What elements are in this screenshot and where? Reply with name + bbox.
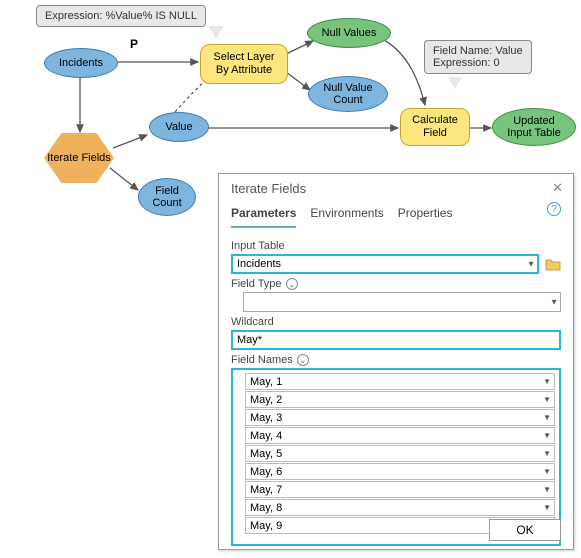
- label-field-names-text: Field Names: [231, 354, 293, 366]
- label-wildcard: Wildcard: [231, 316, 561, 328]
- field-type-combo[interactable]: ▼: [243, 292, 561, 312]
- wildcard-input[interactable]: May*: [231, 330, 561, 350]
- chevron-down-icon: ▼: [527, 260, 535, 269]
- tab-parameters[interactable]: Parameters: [231, 202, 296, 228]
- tab-properties[interactable]: Properties: [398, 202, 453, 228]
- chevron-down-icon: ▼: [543, 485, 551, 494]
- dialog-title-text: Iterate Fields: [231, 181, 306, 196]
- chevron-down-icon[interactable]: ⌄: [286, 278, 298, 290]
- label-input-table: Input Table: [231, 240, 561, 252]
- label-field-type: Field Type ⌄: [231, 278, 561, 290]
- node-field-count-label: Field Count: [152, 185, 181, 209]
- list-item[interactable]: May, 4 ▼: [245, 427, 555, 444]
- node-iterate-fields[interactable]: Iterate Fields: [44, 133, 114, 183]
- list-item-label: May, 1: [250, 376, 282, 388]
- chevron-down-icon: ▼: [543, 449, 551, 458]
- ok-button[interactable]: OK: [489, 519, 561, 541]
- list-item[interactable]: May, 7 ▼: [245, 481, 555, 498]
- list-item-label: May, 7: [250, 484, 282, 496]
- callout-expression-tail: [208, 26, 224, 38]
- chevron-down-icon[interactable]: ⌄: [297, 354, 309, 366]
- help-icon[interactable]: ?: [547, 202, 561, 216]
- list-item[interactable]: May, 6 ▼: [245, 463, 555, 480]
- label-field-type-text: Field Type: [231, 278, 282, 290]
- node-calculate-field[interactable]: Calculate Field: [400, 108, 470, 146]
- node-null-values-label: Null Values: [322, 27, 377, 39]
- node-updated-input-table[interactable]: Updated Input Table: [492, 108, 576, 146]
- chevron-down-icon: ▼: [543, 431, 551, 440]
- tab-environments[interactable]: Environments: [310, 202, 383, 228]
- node-null-values[interactable]: Null Values: [307, 18, 391, 48]
- callout-calc-tail: [448, 77, 462, 89]
- chevron-down-icon: ▼: [550, 298, 558, 307]
- node-value-label: Value: [165, 121, 192, 133]
- chevron-down-icon: ▼: [543, 467, 551, 476]
- chevron-down-icon: ▼: [543, 377, 551, 386]
- node-select-layer[interactable]: Select Layer By Attribute: [200, 44, 288, 84]
- node-value[interactable]: Value: [149, 112, 209, 142]
- list-item-label: May, 8: [250, 502, 282, 514]
- callout-expression: Expression: %Value% IS NULL: [36, 5, 206, 27]
- list-item[interactable]: May, 2 ▼: [245, 391, 555, 408]
- dialog-iterate-fields: Iterate Fields ✕ Parameters Environments…: [218, 173, 574, 550]
- list-item[interactable]: May, 3 ▼: [245, 409, 555, 426]
- wildcard-value: May*: [237, 334, 262, 346]
- list-item[interactable]: May, 1 ▼: [245, 373, 555, 390]
- node-field-count[interactable]: Field Count: [138, 178, 196, 216]
- node-null-value-count[interactable]: Null Value Count: [308, 76, 388, 112]
- chevron-down-icon: ▼: [543, 503, 551, 512]
- browse-folder-icon[interactable]: [545, 257, 561, 271]
- list-item-label: May, 9: [250, 520, 282, 532]
- list-item-label: May, 5: [250, 448, 282, 460]
- node-null-value-count-label: Null Value Count: [323, 82, 372, 106]
- node-updated-input-table-label: Updated Input Table: [507, 115, 561, 139]
- node-incidents-label: Incidents: [59, 57, 103, 69]
- list-item-label: May, 2: [250, 394, 282, 406]
- label-field-names: Field Names ⌄: [231, 354, 561, 366]
- close-icon[interactable]: ✕: [552, 180, 563, 196]
- list-item-label: May, 3: [250, 412, 282, 424]
- node-select-layer-label: Select Layer By Attribute: [213, 51, 274, 77]
- callout-calc: Field Name: Value Expression: 0: [424, 40, 532, 74]
- node-iterate-fields-label: Iterate Fields: [47, 152, 111, 164]
- input-table-value: Incidents: [237, 258, 281, 270]
- dialog-tabs: Parameters Environments Properties ?: [219, 200, 573, 228]
- list-item[interactable]: May, 8 ▼: [245, 499, 555, 516]
- input-table-combo[interactable]: Incidents ▼: [231, 254, 539, 274]
- p-label: P: [130, 37, 138, 51]
- chevron-down-icon: ▼: [543, 413, 551, 422]
- node-calculate-field-label: Calculate Field: [412, 114, 458, 140]
- list-item-label: May, 6: [250, 466, 282, 478]
- list-item-label: May, 4: [250, 430, 282, 442]
- chevron-down-icon: ▼: [543, 395, 551, 404]
- node-incidents[interactable]: Incidents: [44, 48, 118, 78]
- list-item[interactable]: May, 5 ▼: [245, 445, 555, 462]
